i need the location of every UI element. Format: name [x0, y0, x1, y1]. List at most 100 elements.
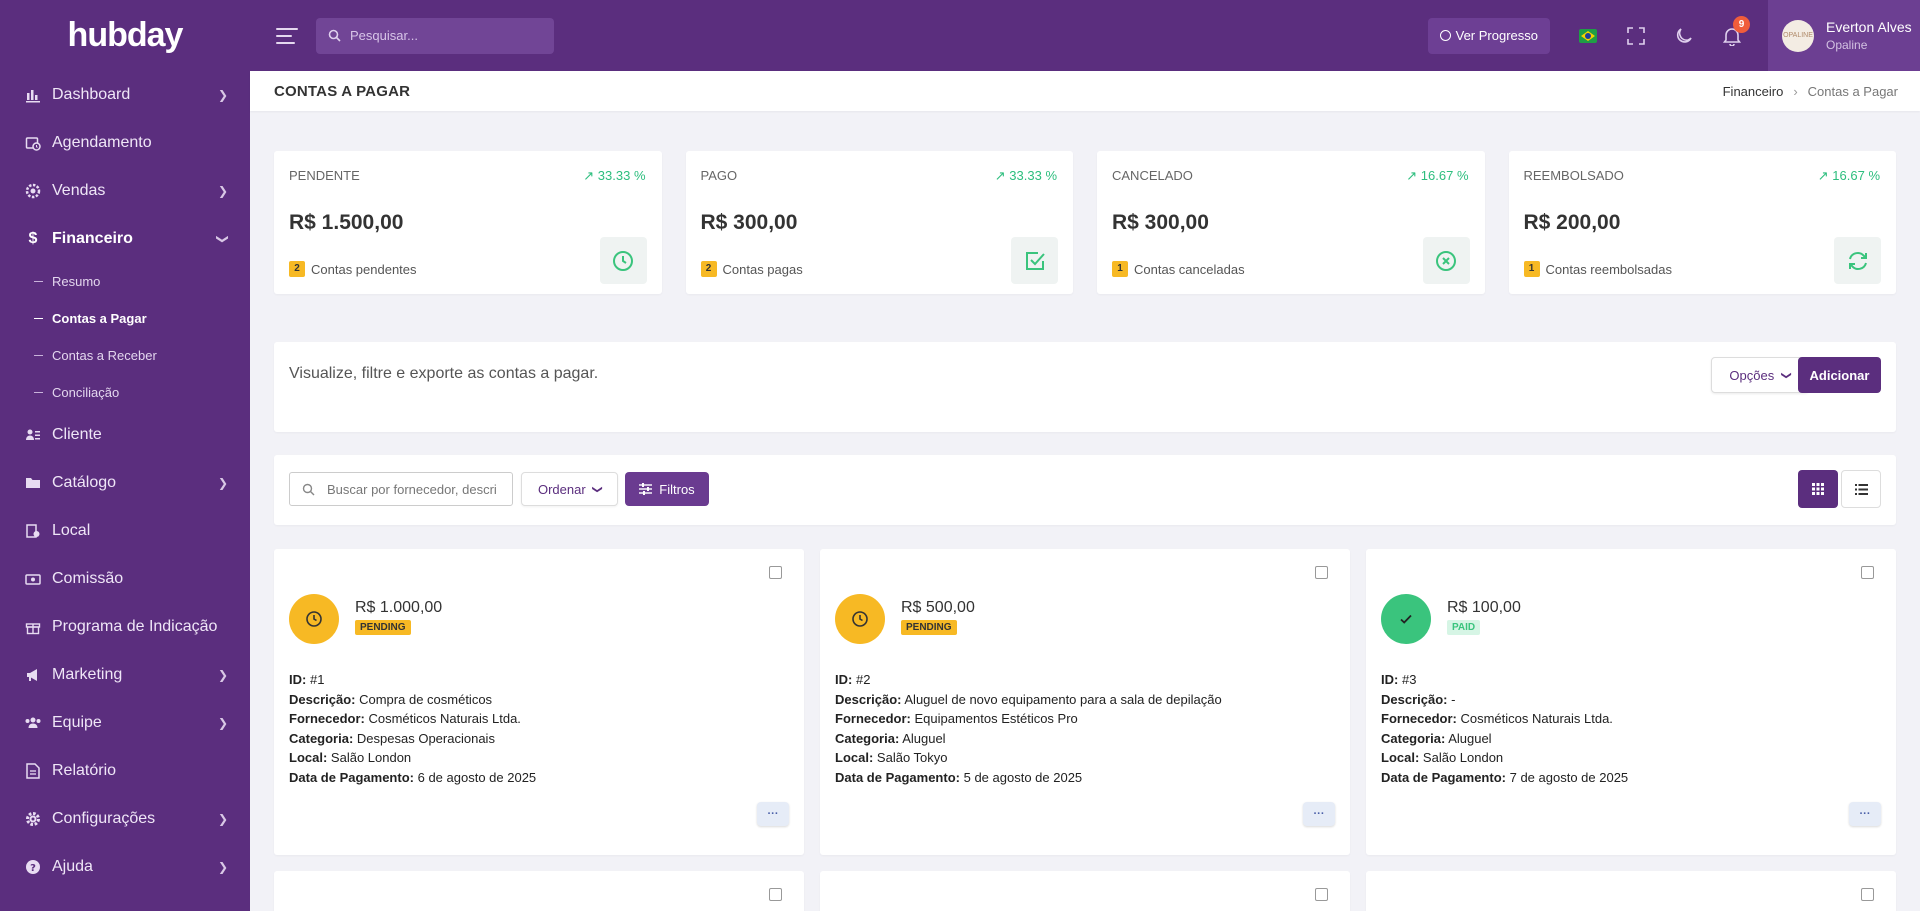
calendar-clock-icon	[24, 134, 42, 152]
chevron-right-icon: ❯	[217, 716, 228, 730]
sidebar-subitem-contas-a-pagar[interactable]: Contas a Pagar	[0, 300, 250, 337]
sidebar-subitem-conciliacao[interactable]: Conciliação	[0, 374, 250, 411]
x-circle-icon	[1422, 237, 1470, 284]
sidebar-subitem-contas-a-receber[interactable]: Contas a Receber	[0, 337, 250, 374]
accounts-search-input[interactable]	[327, 481, 497, 497]
chevron-down-icon: ❯	[1780, 370, 1792, 380]
account-data: Data de Pagamento: 6 de agosto de 2025	[289, 769, 537, 785]
hamburger-menu-icon[interactable]	[276, 27, 298, 44]
sidebar-item-comissao[interactable]: Comissão	[0, 555, 250, 603]
sidebar-subitem-label: Resumo	[52, 274, 101, 289]
sidebar-item-dashboard[interactable]: Dashboard ❯	[0, 71, 250, 119]
dark-mode-moon-icon[interactable]	[1670, 22, 1698, 50]
account-data: Data de Pagamento: 5 de agosto de 2025	[835, 769, 1083, 785]
check-circle-icon	[1439, 30, 1451, 41]
account-card	[274, 871, 804, 911]
account-details: ID: #3 Descrição: - Fornecedor: Cosmétic…	[1381, 670, 1628, 788]
more-actions-button[interactable]: ···	[757, 802, 789, 826]
global-search	[316, 17, 554, 54]
dollar-icon: $	[28, 230, 38, 247]
sidebar-subitem-resumo[interactable]: Resumo	[0, 263, 250, 300]
stat-value: R$ 300,00	[1112, 211, 1209, 234]
account-card: R$ 100,00 PAID ID: #3 Descrição: - Forne…	[1366, 549, 1896, 855]
account-local: Local: Salão London	[289, 750, 412, 766]
sidebar-item-label: Equipe	[52, 714, 102, 731]
clock-icon	[599, 237, 647, 284]
account-details: ID: #1 Descrição: Compra de cosméticos F…	[289, 670, 536, 788]
grid-view-toggle[interactable]	[1798, 470, 1838, 508]
account-descricao: Descrição: Aluguel de novo equipamento p…	[835, 691, 1222, 707]
notifications-bell-icon[interactable]: 9	[1718, 15, 1750, 50]
sidebar-item-label: Vendas	[52, 182, 106, 199]
gift-icon	[24, 618, 42, 636]
more-actions-button[interactable]: ···	[1303, 802, 1335, 826]
select-checkbox[interactable]	[1315, 888, 1328, 901]
chevron-right-icon: ❯	[217, 184, 228, 198]
sliders-icon	[639, 483, 653, 495]
filtros-button[interactable]: Filtros	[625, 472, 709, 506]
more-actions-button[interactable]: ···	[1849, 802, 1881, 826]
stat-label: CANCELADO	[1112, 168, 1193, 183]
select-checkbox[interactable]	[769, 888, 782, 901]
user-info: Everton Alves Opaline	[1826, 19, 1912, 52]
sidebar-item-financeiro[interactable]: $ Financeiro ❯	[0, 215, 250, 263]
stat-card-pago: PAGO ↗ 33.33 % R$ 300,00 2 Contas pagas	[685, 151, 1073, 294]
refresh-icon	[1834, 237, 1881, 284]
stat-footer: 2 Contas pendentes	[289, 261, 417, 277]
sidebar-item-ajuda[interactable]: ? Ajuda ❯	[0, 843, 250, 891]
megaphone-icon	[24, 666, 42, 684]
stat-value: R$ 1.500,00	[289, 211, 404, 234]
chevron-down-icon: ❯	[591, 484, 603, 494]
select-checkbox[interactable]	[1315, 566, 1328, 579]
count-badge: 1	[1112, 261, 1128, 277]
stat-card-cancelado: CANCELADO ↗ 16.67 % R$ 300,00 1 Contas ca…	[1097, 151, 1485, 294]
global-search-input[interactable]	[350, 28, 530, 43]
user-menu[interactable]: OPALINE Everton Alves Opaline	[1768, 0, 1920, 71]
sidebar-item-configuracoes[interactable]: Configurações ❯	[0, 795, 250, 843]
select-checkbox[interactable]	[769, 566, 782, 579]
topbar-right: Ver Progresso 9 OPALINE Everton Alves Op…	[1427, 0, 1920, 71]
account-descricao: Descrição: -	[1381, 691, 1456, 707]
account-fornecedor: Fornecedor: Equipamentos Estéticos Pro	[835, 711, 1078, 727]
select-checkbox[interactable]	[1861, 566, 1874, 579]
cog-sale-icon	[24, 182, 42, 200]
sidebar-item-label: Local	[52, 522, 91, 539]
sidebar-item-catalogo[interactable]: Catálogo ❯	[0, 459, 250, 507]
select-checkbox[interactable]	[1861, 888, 1874, 901]
svg-text:?: ?	[30, 863, 36, 874]
user-name: Everton Alves	[1826, 19, 1912, 35]
account-local: Local: Salão London	[1381, 750, 1504, 766]
language-flag-icon[interactable]	[1574, 22, 1602, 50]
account-id: ID: #2	[835, 672, 871, 687]
sidebar-subitem-label: Contas a Pagar	[52, 311, 147, 326]
breadcrumb-item-financeiro[interactable]: Financeiro	[1723, 84, 1784, 99]
sidebar-item-cliente[interactable]: Cliente	[0, 411, 250, 459]
sidebar-item-relatorio[interactable]: Relatório	[0, 747, 250, 795]
ordenar-button[interactable]: Ordenar ❯	[521, 472, 618, 506]
stat-footer: 1 Contas canceladas	[1112, 261, 1245, 277]
sidebar-item-programa-indicacao[interactable]: Programa de Indicação	[0, 603, 250, 651]
brand-logo[interactable]: hubday	[0, 0, 250, 71]
chevron-right-icon: ❯	[217, 88, 228, 102]
report-icon	[24, 762, 42, 780]
sidebar-item-equipe[interactable]: Equipe ❯	[0, 699, 250, 747]
opcoes-button[interactable]: Opções ❯	[1711, 357, 1809, 393]
sidebar-item-vendas[interactable]: Vendas ❯	[0, 167, 250, 215]
avatar-text: OPALINE	[1783, 32, 1813, 39]
sidebar-item-label: Agendamento	[52, 134, 152, 151]
stat-percentage: ↗ 16.67 %	[1817, 168, 1880, 183]
help-icon: ?	[24, 858, 42, 876]
financeiro-submenu: Resumo Contas a Pagar Contas a Receber C…	[0, 263, 250, 411]
sidebar-item-marketing[interactable]: Marketing ❯	[0, 651, 250, 699]
account-local: Local: Salão Tokyo	[835, 750, 948, 766]
grid-icon	[1812, 483, 1824, 495]
sidebar-item-local[interactable]: Local	[0, 507, 250, 555]
account-fornecedor: Fornecedor: Cosméticos Naturais Ltda.	[1381, 711, 1613, 727]
sidebar-item-label: Comissão	[52, 570, 124, 587]
list-view-toggle[interactable]	[1841, 470, 1881, 508]
notifications-count-badge: 9	[1733, 15, 1750, 33]
adicionar-button[interactable]: Adicionar	[1798, 357, 1881, 393]
fullscreen-icon[interactable]	[1622, 22, 1650, 50]
sidebar-item-agendamento[interactable]: Agendamento	[0, 119, 250, 167]
ver-progresso-button[interactable]: Ver Progresso	[1427, 17, 1550, 54]
